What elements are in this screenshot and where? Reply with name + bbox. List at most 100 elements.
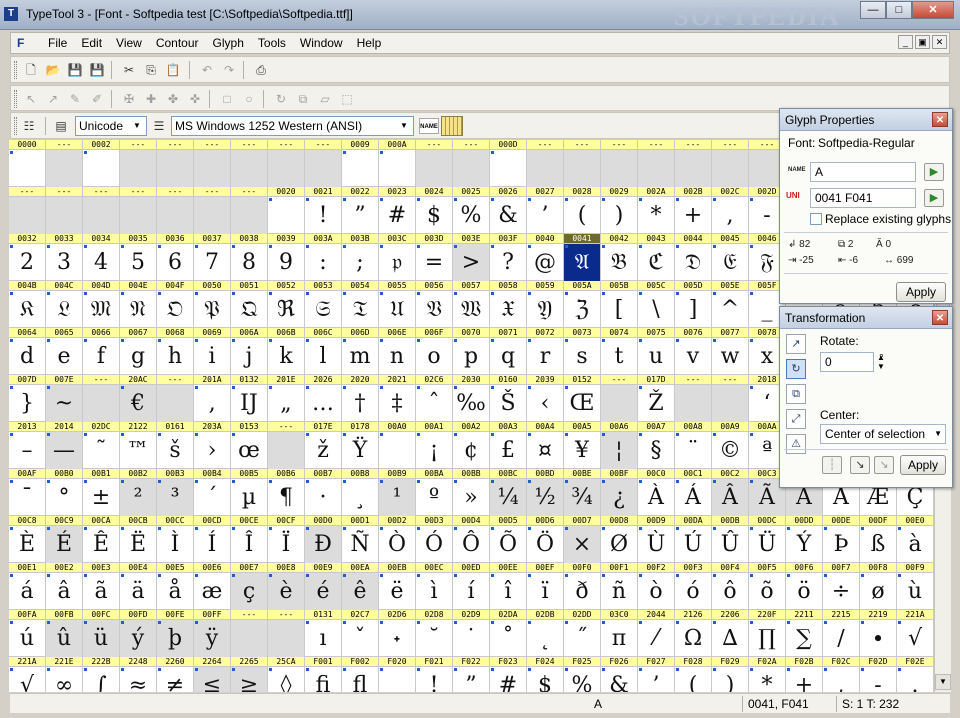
encoding-mode-select[interactable]: Unicode ▼ xyxy=(75,116,147,136)
glyph-cell[interactable]: F02B + xyxy=(786,657,823,692)
glyph-cell[interactable]: 00BA º xyxy=(416,469,453,516)
glyph-cell[interactable]: 00B0 ° xyxy=(46,469,83,516)
glyph-cell[interactable]: 0041 𝔄 xyxy=(564,234,601,281)
glyph-cell[interactable]: 006F o xyxy=(416,328,453,375)
glyph-cell[interactable]: 00BF ¿ xyxy=(601,469,638,516)
glyph-cell[interactable]: 00C2 Â xyxy=(712,469,749,516)
glyph-cell[interactable]: 2014— xyxy=(46,422,83,469)
glyph-cell[interactable]: 00F0 ð xyxy=(564,563,601,610)
glyph-cell[interactable]: --- xyxy=(120,140,157,187)
glyph-cell[interactable]: 00CC Ì xyxy=(157,516,194,563)
glyph-cell[interactable]: 0132 Ĳ xyxy=(231,375,268,422)
glyph-cell[interactable]: 0039 9 xyxy=(268,234,305,281)
glyph-cell[interactable]: 221A √ xyxy=(897,610,934,657)
open-icon[interactable]: 📂 xyxy=(43,60,63,80)
glyph-cell[interactable]: 221E ∞ xyxy=(46,657,83,692)
glyph-cell[interactable]: 0022 ” xyxy=(342,187,379,234)
glyph-cell[interactable]: 0076 v xyxy=(675,328,712,375)
glyph-cell[interactable]: 00CF Ï xyxy=(268,516,305,563)
glyph-cell[interactable]: 006B k xyxy=(268,328,305,375)
glyph-cell[interactable]: 0161 š xyxy=(157,422,194,469)
glyph-cell[interactable]: 2265 ≥ xyxy=(231,657,268,692)
glyph-cell[interactable]: 0153 œ xyxy=(231,422,268,469)
glyph-cell[interactable]: 0178 Ÿ xyxy=(342,422,379,469)
menu-tools[interactable]: Tools xyxy=(251,36,293,50)
apply-unicode-icon[interactable]: ▶ xyxy=(924,189,944,207)
glyph-cell[interactable]: 2206 ∆ xyxy=(712,610,749,657)
glyph-cell[interactable]: 02DD ˝ xyxy=(564,610,601,657)
paste-icon[interactable]: 📋 xyxy=(163,60,183,80)
glyph-cell[interactable]: --- xyxy=(675,375,712,422)
glyph-cell[interactable]: 004C 𝔏 xyxy=(46,281,83,328)
glyph-cell[interactable]: 0002 xyxy=(83,140,120,187)
glyph-cell[interactable]: --- xyxy=(527,140,564,187)
add-node-3-icon[interactable]: ✤ xyxy=(163,89,183,109)
contour-select-icon[interactable]: ↗ xyxy=(43,89,63,109)
glyph-cell[interactable]: 00FD ý xyxy=(120,610,157,657)
encoding-mode-icon[interactable]: ▤ xyxy=(51,116,71,136)
toolbar-grip[interactable] xyxy=(14,90,17,108)
glyph-cell[interactable]: 00B4 ´ xyxy=(194,469,231,516)
codepage-select[interactable]: MS Windows 1252 Western (ANSI) ▼ xyxy=(171,116,414,136)
glyph-cell[interactable]: 0043 ℭ xyxy=(638,234,675,281)
glyph-cell[interactable]: 0072 r xyxy=(527,328,564,375)
glyph-cell[interactable]: 0071 q xyxy=(490,328,527,375)
glyph-cell[interactable]: 00A9 © xyxy=(712,422,749,469)
mirror-tool-icon[interactable]: ⚠ xyxy=(786,434,806,454)
font-info-icon[interactable]: ☷ xyxy=(19,116,39,136)
maximize-button[interactable]: □ xyxy=(886,1,912,19)
apply-to-node-icon[interactable]: ↘ xyxy=(850,456,870,474)
glyph-cell[interactable]: 004F 𝔒 xyxy=(157,281,194,328)
glyph-cell[interactable]: --- xyxy=(712,375,749,422)
glyph-cell[interactable]: 00FC ü xyxy=(83,610,120,657)
print-icon[interactable]: ⎙ xyxy=(251,60,271,80)
glyph-cell[interactable]: 0058 𝔛 xyxy=(490,281,527,328)
glyph-cell[interactable]: 2122 ™ xyxy=(120,422,157,469)
glyph-cell[interactable]: 0028 ( xyxy=(564,187,601,234)
glyph-cell[interactable]: 000D xyxy=(490,140,527,187)
cut-icon[interactable]: ✂ xyxy=(119,60,139,80)
new-icon[interactable]: 🗋 xyxy=(21,60,41,80)
glyph-cell[interactable]: 006E n xyxy=(379,328,416,375)
glyph-cell[interactable]: 003A: xyxy=(305,234,342,281)
scale-icon[interactable]: ⧉ xyxy=(293,89,313,109)
glyph-cell[interactable]: 2260 ≠ xyxy=(157,657,194,692)
glyph-cell[interactable]: 2013 – xyxy=(9,422,46,469)
glyph-cell[interactable]: 00E8 è xyxy=(268,563,305,610)
menu-view[interactable]: View xyxy=(109,36,149,50)
menu-contour[interactable]: Contour xyxy=(149,36,206,50)
glyph-cell[interactable]: --- xyxy=(194,140,231,187)
glyph-cell[interactable]: 2126 Ω xyxy=(675,610,712,657)
rotate-input[interactable]: 0 xyxy=(820,352,874,372)
mdi-restore-button[interactable]: ▣ xyxy=(915,35,930,49)
glyph-cell[interactable]: 006A j xyxy=(231,328,268,375)
glyph-cell[interactable]: 02D9 ˙ xyxy=(453,610,490,657)
glyph-cell[interactable]: 0009 xyxy=(342,140,379,187)
glyph-cell[interactable]: 2264 ≤ xyxy=(194,657,231,692)
add-node-4-icon[interactable]: ✜ xyxy=(185,89,205,109)
glyph-cell[interactable]: 221A √ xyxy=(9,657,46,692)
glyph-cell[interactable]: 0055 𝔘 xyxy=(379,281,416,328)
glyph-cell[interactable]: 0068 h xyxy=(157,328,194,375)
glyph-cell[interactable]: 00DC Ü xyxy=(749,516,786,563)
glyph-cell[interactable]: 00E3 ã xyxy=(83,563,120,610)
glyph-cell[interactable]: 0054 𝔗 xyxy=(342,281,379,328)
glyph-cell[interactable]: 003C 𝔭 xyxy=(379,234,416,281)
glyph-cell[interactable]: 003F? xyxy=(490,234,527,281)
glyph-cell[interactable]: 00F3 ó xyxy=(675,563,712,610)
codepage-icon[interactable]: ☰ xyxy=(149,116,169,136)
glyph-cell[interactable]: 0027 ’ xyxy=(527,187,564,234)
glyph-cell[interactable]: 005C \ xyxy=(638,281,675,328)
glyph-cell[interactable]: 0045 𝔈 xyxy=(712,234,749,281)
glyph-cell[interactable]: 00B7 · xyxy=(305,469,342,516)
glyph-cell[interactable]: F025% xyxy=(564,657,601,692)
glyph-cell[interactable]: 00CE Î xyxy=(231,516,268,563)
glyph-cell[interactable]: 0044 𝔇 xyxy=(675,234,712,281)
glyph-cell[interactable]: 02C7 ˇ xyxy=(342,610,379,657)
glyph-cell[interactable]: 2219 ∙ xyxy=(860,610,897,657)
glyph-cell[interactable]: 02D6 ˖ xyxy=(379,610,416,657)
glyph-cell[interactable]: 2020 † xyxy=(342,375,379,422)
glyph-cell[interactable]: 2211 ∑ xyxy=(786,610,823,657)
glyph-cell[interactable]: 00A2 ¢ xyxy=(453,422,490,469)
glyph-cell[interactable]: 0052 ℜ xyxy=(268,281,305,328)
